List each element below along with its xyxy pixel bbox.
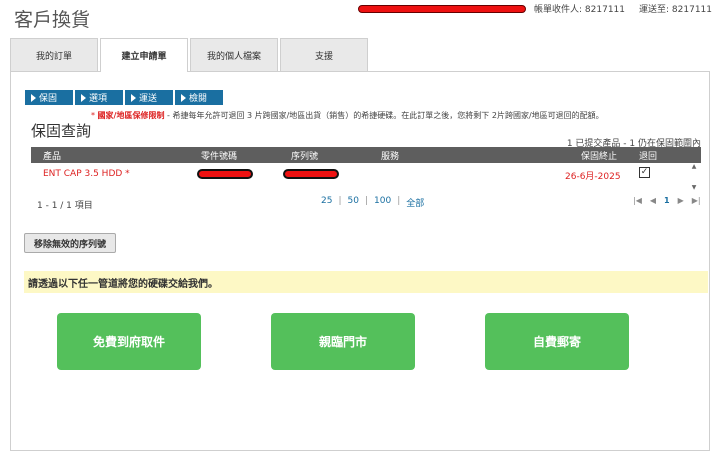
tab-create-request[interactable]: 建立申請單 <box>100 38 188 72</box>
cell-warranty-end: 26-6月-2025 <box>565 172 621 182</box>
redacted-part-number <box>197 169 253 182</box>
notice-limit-title: 國家/地區保修限制 <box>97 111 165 120</box>
current-page[interactable]: 1 <box>664 196 670 205</box>
step-options[interactable]: 選項 <box>75 90 123 105</box>
play-icon <box>31 93 36 102</box>
remove-invalid-serials-button[interactable]: 移除無效的序列號 <box>24 233 116 253</box>
page-size-all[interactable]: 全部 <box>406 196 424 209</box>
notice-text: - 希捷每年允許可退回 3 片跨國家/地區出貨（銷售）的希捷硬碟。在此訂單之後，… <box>164 111 604 120</box>
page-title: 客戶換貨 <box>14 9 91 31</box>
warranty-table: 產品 零件號碼 序列號 服務 保固終止 退回 ENT CAP 3.5 HDD *… <box>31 147 701 191</box>
page-size-100[interactable]: 100 <box>374 196 391 209</box>
page-size-selector: 25 | 50 | 100 | 全部 <box>321 196 425 209</box>
account-holder: 帳單收件人: 8217111 <box>534 5 626 15</box>
cell-product: ENT CAP 3.5 HDD * <box>43 169 130 179</box>
step-review[interactable]: 檢閱 <box>175 90 223 105</box>
play-icon <box>131 93 136 102</box>
col-service: 服務 <box>381 151 400 162</box>
redacted-serial <box>283 169 339 182</box>
col-serial: 序列號 <box>291 151 319 162</box>
scroll-up-icon[interactable]: ▲ <box>692 163 697 170</box>
main-panel: 保固 選項 運送 檢閱 * 國家/地區保修限制 - 希捷每年允許可退回 3 片跨… <box>10 71 710 451</box>
redacted-account-name <box>358 4 527 13</box>
step-shipping[interactable]: 運送 <box>125 90 173 105</box>
store-dropoff-button[interactable]: 親臨門市 <box>271 313 415 370</box>
table-header: 產品 零件號碼 序列號 服務 保固終止 退回 <box>31 147 701 163</box>
tab-my-profile[interactable]: 我的個人檔案 <box>190 38 278 71</box>
country-limit-notice: * 國家/地區保修限制 - 希捷每年允許可退回 3 片跨國家/地區出貨（銷售）的… <box>91 111 604 120</box>
free-pickup-button[interactable]: 免費到府取件 <box>57 313 201 370</box>
col-product: 產品 <box>43 151 62 162</box>
return-checkbox[interactable]: ✓ <box>639 167 650 178</box>
last-page-icon[interactable]: ▶| <box>692 196 701 205</box>
next-page-icon[interactable]: ▶ <box>678 196 684 205</box>
page-size-25[interactable]: 25 <box>321 196 332 209</box>
first-page-icon[interactable]: |◀ <box>633 196 642 205</box>
pager-nav: |◀ ◀ 1 ▶ ▶| <box>633 196 701 205</box>
table-row: ENT CAP 3.5 HDD * 26-6月-2025 ✓ ▲ ▼ <box>31 163 701 191</box>
col-warranty-end: 保固終止 <box>581 151 618 162</box>
page-size-50[interactable]: 50 <box>348 196 359 209</box>
tab-my-orders[interactable]: 我的訂單 <box>10 38 98 71</box>
tab-support[interactable]: 支援 <box>280 38 368 71</box>
ship-to: 運送至: 8217111 <box>639 5 712 15</box>
section-title: 保固查詢 <box>31 122 92 140</box>
scroll-down-icon[interactable]: ▼ <box>692 184 697 191</box>
delivery-prompt: 請透過以下任一管道將您的硬碟交給我們。 <box>24 271 708 293</box>
account-info: 帳單收件人: 8217111 運送至: 8217111 <box>358 2 712 15</box>
tab-bar: 我的訂單 建立申請單 我的個人檔案 支援 <box>10 38 370 72</box>
pager-count: 1 - 1 / 1 項目 <box>37 201 93 211</box>
col-return: 退回 <box>639 151 658 162</box>
play-icon <box>181 93 186 102</box>
prev-page-icon[interactable]: ◀ <box>650 196 656 205</box>
self-mail-button[interactable]: 自費郵寄 <box>485 313 629 370</box>
col-part-number: 零件號碼 <box>201 151 238 162</box>
play-icon <box>81 93 86 102</box>
table-scrollbar[interactable]: ▲ ▼ <box>689 163 699 191</box>
step-warranty[interactable]: 保固 <box>25 90 73 105</box>
step-indicator: 保固 選項 運送 檢閱 <box>25 90 223 105</box>
